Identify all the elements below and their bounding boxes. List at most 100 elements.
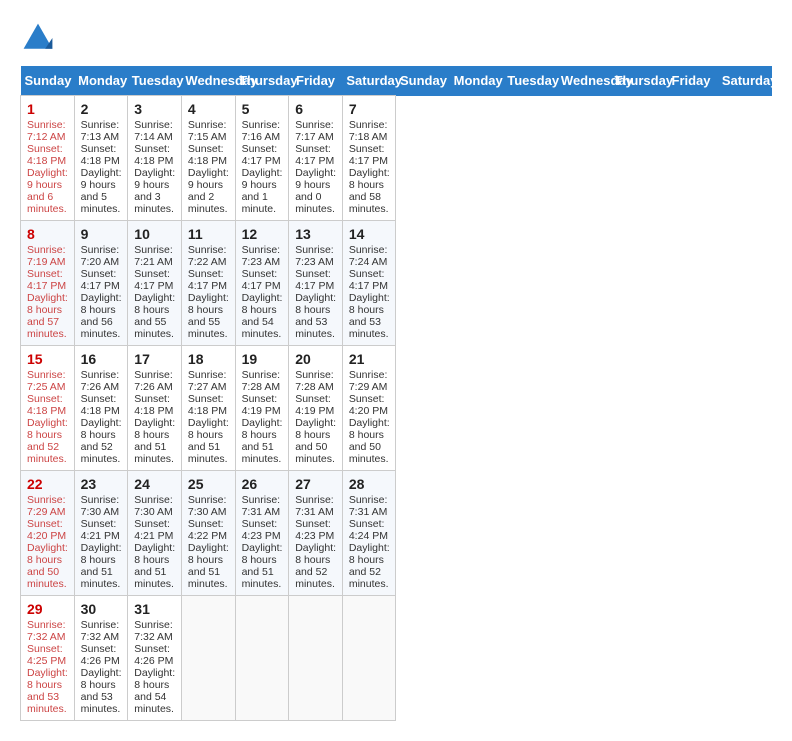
header-saturday: Saturday (718, 66, 772, 96)
day-number: 13 (295, 226, 336, 242)
daylight-label: Daylight: 8 hours and 50 minutes. (349, 417, 390, 465)
day-number: 9 (81, 226, 122, 242)
day-number: 29 (27, 601, 68, 617)
daylight-label: Daylight: 8 hours and 54 minutes. (242, 292, 283, 340)
day-number: 20 (295, 351, 336, 367)
daylight-label: Daylight: 8 hours and 53 minutes. (349, 292, 390, 340)
daylight-label: Daylight: 8 hours and 56 minutes. (81, 292, 122, 340)
calendar-cell: 12 Sunrise: 7:23 AM Sunset: 4:17 PM Dayl… (235, 221, 289, 346)
day-number: 6 (295, 101, 336, 117)
sunrise-label: Sunrise: 7:21 AM (134, 244, 173, 268)
sunset-label: Sunset: 4:21 PM (81, 518, 120, 542)
sunset-label: Sunset: 4:17 PM (242, 143, 281, 167)
daylight-label: Daylight: 8 hours and 51 minutes. (242, 417, 283, 465)
sunset-label: Sunset: 4:17 PM (349, 268, 388, 292)
calendar-cell: 17 Sunrise: 7:26 AM Sunset: 4:18 PM Dayl… (128, 346, 182, 471)
sunset-label: Sunset: 4:26 PM (134, 643, 173, 667)
sunrise-label: Sunrise: 7:26 AM (134, 369, 173, 393)
header-friday: Friday (289, 66, 343, 96)
sunset-label: Sunset: 4:17 PM (188, 268, 227, 292)
daylight-label: Daylight: 8 hours and 52 minutes. (81, 417, 122, 465)
calendar-cell: 11 Sunrise: 7:22 AM Sunset: 4:17 PM Dayl… (181, 221, 235, 346)
day-number: 4 (188, 101, 229, 117)
day-number: 8 (27, 226, 68, 242)
sunset-label: Sunset: 4:17 PM (81, 268, 120, 292)
sunset-label: Sunset: 4:18 PM (81, 393, 120, 417)
daylight-label: Daylight: 8 hours and 52 minutes. (27, 417, 68, 465)
day-number: 19 (242, 351, 283, 367)
sunrise-label: Sunrise: 7:26 AM (81, 369, 120, 393)
sunset-label: Sunset: 4:18 PM (27, 393, 66, 417)
header-sunday: Sunday (396, 66, 450, 96)
day-number: 22 (27, 476, 68, 492)
daylight-label: Daylight: 8 hours and 53 minutes. (81, 667, 122, 715)
sunset-label: Sunset: 4:18 PM (188, 143, 227, 167)
sunset-label: Sunset: 4:23 PM (242, 518, 281, 542)
calendar-week-row: 1 Sunrise: 7:12 AM Sunset: 4:18 PM Dayli… (21, 96, 772, 221)
sunrise-label: Sunrise: 7:18 AM (349, 119, 388, 143)
calendar-cell: 24 Sunrise: 7:30 AM Sunset: 4:21 PM Dayl… (128, 471, 182, 596)
sunrise-label: Sunrise: 7:31 AM (349, 494, 388, 518)
calendar-cell (235, 596, 289, 721)
calendar-cell: 3 Sunrise: 7:14 AM Sunset: 4:18 PM Dayli… (128, 96, 182, 221)
day-number: 7 (349, 101, 390, 117)
sunset-label: Sunset: 4:19 PM (295, 393, 334, 417)
header-wednesday: Wednesday (557, 66, 611, 96)
calendar-cell: 9 Sunrise: 7:20 AM Sunset: 4:17 PM Dayli… (74, 221, 128, 346)
calendar-cell: 13 Sunrise: 7:23 AM Sunset: 4:17 PM Dayl… (289, 221, 343, 346)
calendar-cell: 6 Sunrise: 7:17 AM Sunset: 4:17 PM Dayli… (289, 96, 343, 221)
calendar-cell: 27 Sunrise: 7:31 AM Sunset: 4:23 PM Dayl… (289, 471, 343, 596)
page-header (20, 20, 772, 56)
day-number: 3 (134, 101, 175, 117)
sunrise-label: Sunrise: 7:31 AM (295, 494, 334, 518)
calendar-table: SundayMondayTuesdayWednesdayThursdayFrid… (20, 66, 772, 721)
sunset-label: Sunset: 4:20 PM (27, 518, 66, 542)
daylight-label: Daylight: 8 hours and 58 minutes. (349, 167, 390, 215)
header-monday: Monday (74, 66, 128, 96)
calendar-cell (342, 596, 396, 721)
daylight-label: Daylight: 9 hours and 3 minutes. (134, 167, 175, 215)
sunrise-label: Sunrise: 7:29 AM (349, 369, 388, 393)
sunrise-label: Sunrise: 7:25 AM (27, 369, 66, 393)
calendar-cell: 16 Sunrise: 7:26 AM Sunset: 4:18 PM Dayl… (74, 346, 128, 471)
sunrise-label: Sunrise: 7:28 AM (242, 369, 281, 393)
daylight-label: Daylight: 9 hours and 0 minutes. (295, 167, 336, 215)
sunset-label: Sunset: 4:18 PM (27, 143, 66, 167)
sunrise-label: Sunrise: 7:15 AM (188, 119, 227, 143)
sunrise-label: Sunrise: 7:14 AM (134, 119, 173, 143)
sunset-label: Sunset: 4:17 PM (295, 143, 334, 167)
sunset-label: Sunset: 4:17 PM (134, 268, 173, 292)
header-monday: Monday (450, 66, 504, 96)
calendar-cell: 14 Sunrise: 7:24 AM Sunset: 4:17 PM Dayl… (342, 221, 396, 346)
sunrise-label: Sunrise: 7:13 AM (81, 119, 120, 143)
calendar-cell: 26 Sunrise: 7:31 AM Sunset: 4:23 PM Dayl… (235, 471, 289, 596)
calendar-week-row: 8 Sunrise: 7:19 AM Sunset: 4:17 PM Dayli… (21, 221, 772, 346)
day-number: 1 (27, 101, 68, 117)
calendar-cell: 1 Sunrise: 7:12 AM Sunset: 4:18 PM Dayli… (21, 96, 75, 221)
sunrise-label: Sunrise: 7:16 AM (242, 119, 281, 143)
sunrise-label: Sunrise: 7:29 AM (27, 494, 66, 518)
daylight-label: Daylight: 8 hours and 51 minutes. (81, 542, 122, 590)
header-thursday: Thursday (235, 66, 289, 96)
daylight-label: Daylight: 8 hours and 52 minutes. (295, 542, 336, 590)
day-number: 31 (134, 601, 175, 617)
daylight-label: Daylight: 8 hours and 51 minutes. (188, 417, 229, 465)
daylight-label: Daylight: 9 hours and 2 minutes. (188, 167, 229, 215)
day-number: 16 (81, 351, 122, 367)
sunrise-label: Sunrise: 7:28 AM (295, 369, 334, 393)
sunrise-label: Sunrise: 7:23 AM (295, 244, 334, 268)
sunrise-label: Sunrise: 7:32 AM (134, 619, 173, 643)
calendar-cell: 10 Sunrise: 7:21 AM Sunset: 4:17 PM Dayl… (128, 221, 182, 346)
sunrise-label: Sunrise: 7:12 AM (27, 119, 66, 143)
day-number: 25 (188, 476, 229, 492)
calendar-cell (181, 596, 235, 721)
sunset-label: Sunset: 4:21 PM (134, 518, 173, 542)
calendar-cell: 5 Sunrise: 7:16 AM Sunset: 4:17 PM Dayli… (235, 96, 289, 221)
day-number: 21 (349, 351, 390, 367)
calendar-cell: 7 Sunrise: 7:18 AM Sunset: 4:17 PM Dayli… (342, 96, 396, 221)
sunrise-label: Sunrise: 7:30 AM (81, 494, 120, 518)
calendar-week-row: 22 Sunrise: 7:29 AM Sunset: 4:20 PM Dayl… (21, 471, 772, 596)
sunrise-label: Sunrise: 7:32 AM (81, 619, 120, 643)
calendar-cell: 2 Sunrise: 7:13 AM Sunset: 4:18 PM Dayli… (74, 96, 128, 221)
daylight-label: Daylight: 8 hours and 53 minutes. (27, 667, 68, 715)
